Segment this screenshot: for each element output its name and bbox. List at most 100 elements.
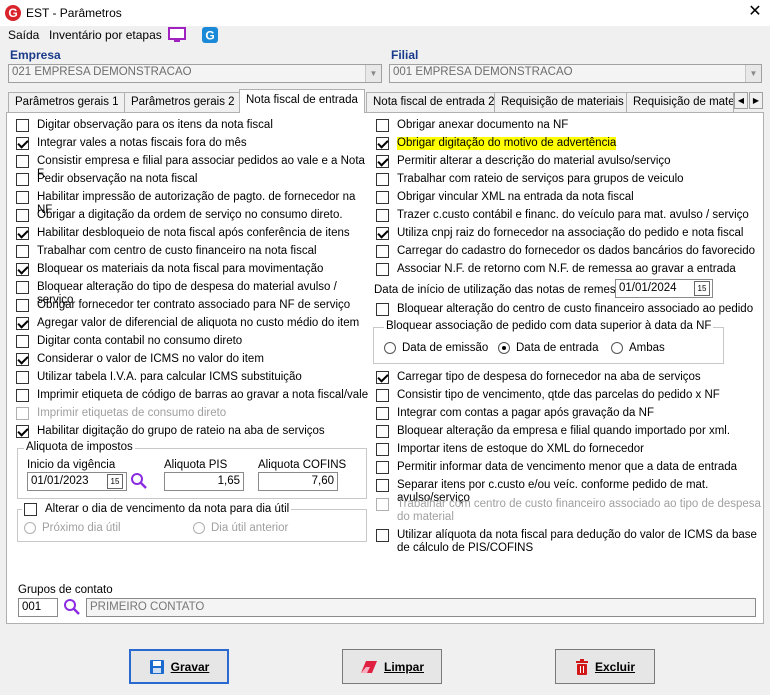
option-checkbox[interactable] bbox=[376, 389, 389, 402]
calendar-icon[interactable]: 15 bbox=[107, 474, 123, 489]
option-checkbox[interactable] bbox=[376, 443, 389, 456]
tab-parametros-gerais-1[interactable]: Parâmetros gerais 1 bbox=[8, 92, 126, 112]
option-checkbox[interactable] bbox=[16, 353, 29, 366]
radio-button[interactable] bbox=[611, 342, 623, 354]
bloquear-ccusto-checkbox[interactable] bbox=[376, 303, 389, 316]
chevron-down-icon[interactable]: ▼ bbox=[745, 65, 761, 82]
calendar-icon[interactable]: 15 bbox=[694, 281, 710, 296]
option-checkbox[interactable] bbox=[16, 119, 29, 132]
option-row[interactable]: Consistir tipo de vencimento, qtde das p… bbox=[376, 389, 761, 402]
grupos-code-field[interactable]: 001 bbox=[18, 598, 58, 617]
option-row[interactable]: Imprimir etiqueta de código de barras ao… bbox=[16, 389, 371, 402]
menu-saida[interactable]: Saída bbox=[8, 28, 39, 42]
option-checkbox[interactable] bbox=[376, 137, 389, 150]
option-checkbox[interactable] bbox=[376, 498, 389, 511]
option-row[interactable]: Trabalhar com centro de custo financeiro… bbox=[16, 245, 371, 258]
option-row[interactable]: Utilizar tabela I.V.A. para calcular ICM… bbox=[16, 371, 371, 384]
radio-dia-util-anterior[interactable]: Dia útil anterior bbox=[193, 522, 288, 535]
cofins-field[interactable]: 7,60 bbox=[258, 472, 338, 491]
option-checkbox[interactable] bbox=[376, 155, 389, 168]
option-checkbox[interactable] bbox=[16, 281, 29, 294]
radio-button[interactable] bbox=[498, 342, 510, 354]
vencimento-checkbox[interactable] bbox=[24, 503, 37, 516]
option-row[interactable]: Carregar do cadastro do fornecedor os da… bbox=[376, 245, 761, 258]
radio-proximo-button[interactable] bbox=[24, 522, 36, 534]
option-checkbox[interactable] bbox=[376, 425, 389, 438]
tab-scroll-left-icon[interactable]: ◀ bbox=[734, 92, 748, 109]
option-row[interactable]: Importar itens de estoque do XML do forn… bbox=[376, 443, 761, 456]
option-checkbox[interactable] bbox=[16, 191, 29, 204]
option-row[interactable]: Utilizar alíquota da nota fiscal para de… bbox=[376, 529, 761, 555]
excluir-button[interactable]: Excluir bbox=[555, 649, 655, 684]
option-row[interactable]: Obrigar a digitação da ordem de serviço … bbox=[16, 209, 371, 222]
option-checkbox[interactable] bbox=[376, 245, 389, 258]
tab-nota-fiscal-entrada[interactable]: Nota fiscal de entrada bbox=[239, 89, 365, 113]
option-checkbox[interactable] bbox=[16, 317, 29, 330]
option-row[interactable]: Trazer c.custo contábil e financ. do veí… bbox=[376, 209, 761, 222]
option-row[interactable]: Imprimir etiquetas de consumo direto bbox=[16, 407, 371, 420]
bloquear-ccusto-row[interactable]: Bloquear alteração do centro de custo fi… bbox=[376, 303, 753, 316]
radio-button[interactable] bbox=[384, 342, 396, 354]
option-row[interactable]: Trabalhar com centro de custo financeiro… bbox=[376, 498, 761, 524]
option-checkbox[interactable] bbox=[376, 407, 389, 420]
bloq-radio-option[interactable]: Data de entrada bbox=[498, 342, 598, 355]
search-icon[interactable] bbox=[130, 472, 148, 493]
option-row[interactable]: Obrigar fornecedor ter contrato associad… bbox=[16, 299, 371, 312]
option-checkbox[interactable] bbox=[16, 245, 29, 258]
option-row[interactable]: Agregar valor de diferencial de aliquota… bbox=[16, 317, 371, 330]
option-checkbox[interactable] bbox=[376, 479, 389, 492]
option-checkbox[interactable] bbox=[376, 191, 389, 204]
option-checkbox[interactable] bbox=[376, 173, 389, 186]
tab-requisicao-materiais-2[interactable]: Requisição de materi bbox=[626, 92, 734, 112]
option-checkbox[interactable] bbox=[376, 227, 389, 240]
option-row[interactable]: Obrigar digitação do motivo de advertênc… bbox=[376, 137, 761, 150]
tab-requisicao-materiais[interactable]: Requisição de materiais bbox=[494, 92, 631, 112]
option-row[interactable]: Habilitar digitação do grupo de rateio n… bbox=[16, 425, 371, 438]
menu-inventario[interactable]: Inventário por etapas bbox=[49, 28, 162, 42]
option-row[interactable]: Integrar vales a notas fiscais fora do m… bbox=[16, 137, 371, 150]
option-row[interactable]: Permitir informar data de vencimento men… bbox=[376, 461, 761, 474]
option-checkbox[interactable] bbox=[16, 209, 29, 222]
option-row[interactable]: Habilitar desbloqueio de nota fiscal apó… bbox=[16, 227, 371, 240]
option-row[interactable]: Obrigar vincular XML na entrada da nota … bbox=[376, 191, 761, 204]
app-g-icon[interactable]: G bbox=[202, 27, 218, 43]
tab-scroll-right-icon[interactable]: ▶ bbox=[749, 92, 763, 109]
option-checkbox[interactable] bbox=[376, 371, 389, 384]
option-row[interactable]: Considerar o valor de ICMS no valor do i… bbox=[16, 353, 371, 366]
pis-field[interactable]: 1,65 bbox=[164, 472, 244, 491]
option-row[interactable]: Obrigar anexar documento na NF bbox=[376, 119, 761, 132]
option-checkbox[interactable] bbox=[376, 461, 389, 474]
bloq-radio-option[interactable]: Ambas bbox=[611, 342, 665, 355]
option-row[interactable]: Bloquear alteração da empresa e filial q… bbox=[376, 425, 761, 438]
option-row[interactable]: Digitar observação para os itens da nota… bbox=[16, 119, 371, 132]
option-checkbox[interactable] bbox=[16, 371, 29, 384]
option-checkbox[interactable] bbox=[16, 299, 29, 312]
option-row[interactable]: Permitir alterar a descrição do material… bbox=[376, 155, 761, 168]
empresa-combo[interactable]: 021 EMPRESA DEMONSTRACAO ▼ bbox=[8, 64, 382, 83]
option-checkbox[interactable] bbox=[16, 227, 29, 240]
option-checkbox[interactable] bbox=[376, 209, 389, 222]
tab-parametros-gerais-2[interactable]: Parâmetros gerais 2 bbox=[124, 92, 242, 112]
option-row[interactable]: Carregar tipo de despesa do fornecedor n… bbox=[376, 371, 761, 384]
option-checkbox[interactable] bbox=[376, 119, 389, 132]
option-checkbox[interactable] bbox=[16, 407, 29, 420]
option-checkbox[interactable] bbox=[16, 335, 29, 348]
option-row[interactable]: Associar N.F. de retorno com N.F. de rem… bbox=[376, 263, 761, 276]
option-checkbox[interactable] bbox=[16, 155, 29, 168]
search-icon[interactable] bbox=[63, 598, 81, 619]
option-checkbox[interactable] bbox=[16, 389, 29, 402]
radio-anterior-button[interactable] bbox=[193, 522, 205, 534]
option-row[interactable]: Trabalhar com rateio de serviços para gr… bbox=[376, 173, 761, 186]
option-checkbox[interactable] bbox=[376, 529, 389, 542]
monitor-icon[interactable] bbox=[168, 27, 186, 43]
filial-combo[interactable]: 001 EMPRESA DEMONSTRACAO ▼ bbox=[389, 64, 762, 83]
chevron-down-icon[interactable]: ▼ bbox=[365, 65, 381, 82]
bloq-radio-option[interactable]: Data de emissão bbox=[384, 342, 488, 355]
option-checkbox[interactable] bbox=[16, 425, 29, 438]
gravar-button[interactable]: Gravar bbox=[129, 649, 229, 684]
option-row[interactable]: Integrar com contas a pagar após gravaçã… bbox=[376, 407, 761, 420]
tab-nota-fiscal-entrada-2[interactable]: Nota fiscal de entrada 2 bbox=[366, 92, 502, 112]
vencimento-checkbox-row[interactable]: Alterar o dia de vencimento da nota para… bbox=[22, 503, 292, 516]
option-checkbox[interactable] bbox=[16, 173, 29, 186]
option-checkbox[interactable] bbox=[16, 137, 29, 150]
